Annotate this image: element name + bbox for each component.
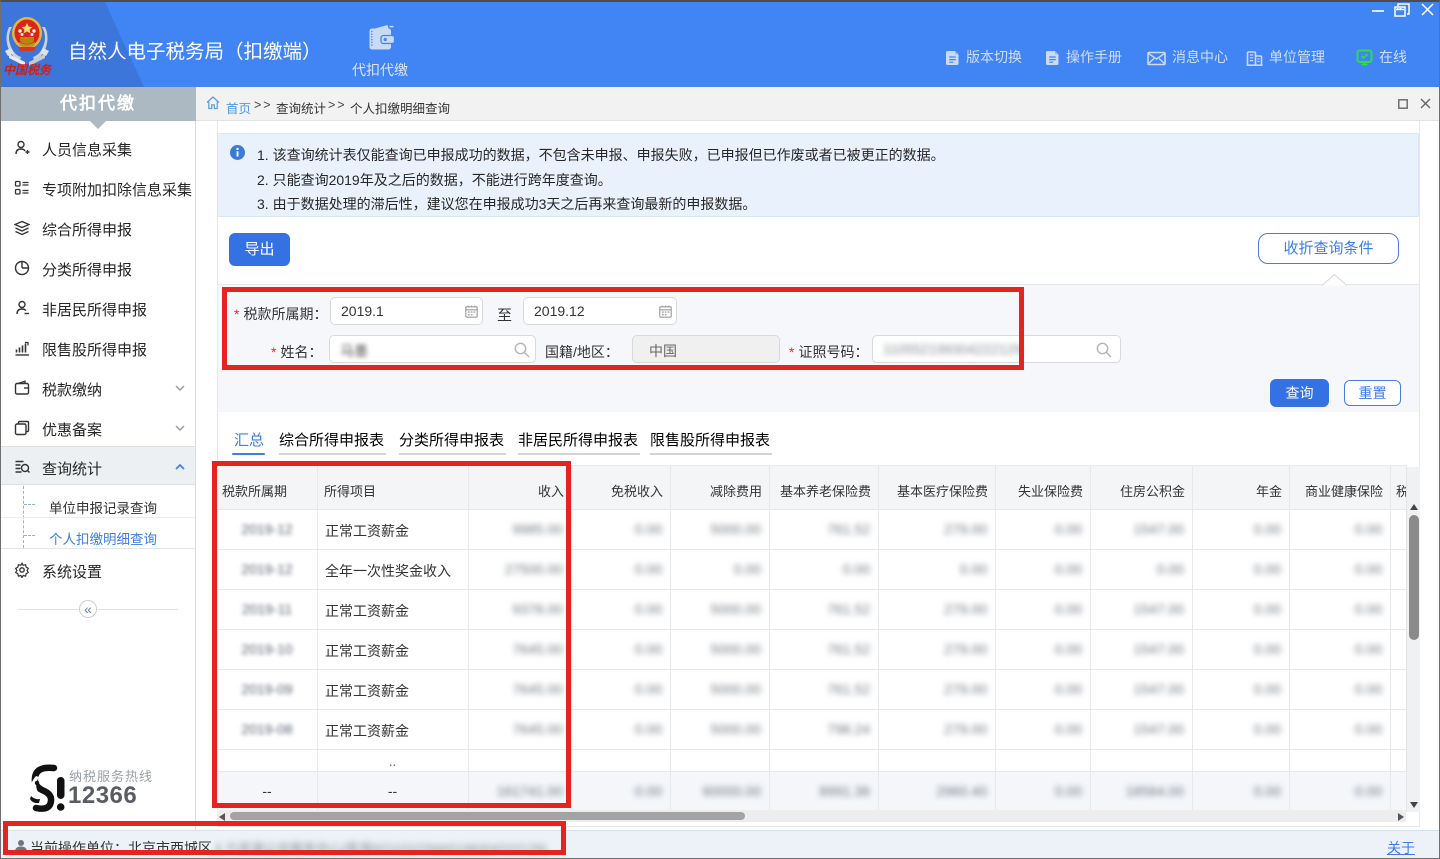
svg-text:中国税务: 中国税务 — [3, 63, 52, 77]
